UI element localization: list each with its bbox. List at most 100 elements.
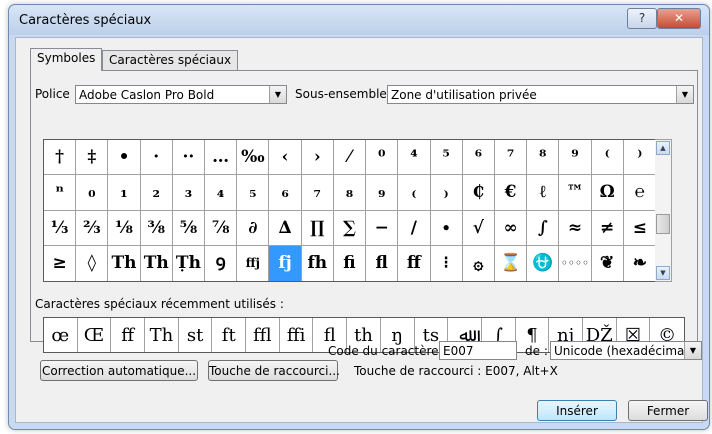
symbol-cell[interactable]: ₇ — [301, 175, 334, 211]
symbol-cell[interactable]: ∞ — [494, 210, 528, 246]
symbol-cell[interactable]: ∂ — [237, 210, 270, 246]
autocorrect-button[interactable]: Correction automatique... — [40, 360, 198, 381]
scrollbar-thumb[interactable] — [656, 214, 670, 234]
symbol-cell[interactable]: ₵ — [462, 175, 495, 211]
symbol-cell[interactable]: Ꝯ — [205, 245, 238, 281]
symbol-cell[interactable]: ₈ — [333, 175, 367, 211]
symbol-cell[interactable]: ‹ — [269, 140, 302, 176]
symbol-cell[interactable]: ∏ — [301, 210, 334, 246]
symbol-cell[interactable]: ₂ — [140, 175, 173, 211]
symbol-cell[interactable]: fj — [269, 245, 302, 281]
scroll-down-icon[interactable]: ▼ — [656, 266, 670, 280]
symbol-cell[interactable]: ◊ — [76, 245, 109, 281]
symbol-cell[interactable]: ⁽ — [591, 140, 624, 176]
symbol-cell[interactable]: ⅝ — [172, 210, 206, 246]
chevron-down-icon[interactable]: ▼ — [269, 86, 286, 103]
symbol-cell[interactable]: ℓ — [527, 175, 560, 211]
symbol-cell[interactable]: ₉ — [366, 175, 399, 211]
symbol-cell[interactable]: ❧ — [624, 246, 656, 281]
symbol-cell[interactable]: ⁄ — [333, 140, 367, 176]
chevron-down-icon[interactable]: ▼ — [676, 86, 693, 103]
symbol-grid-scrollbar[interactable]: ▲ ▼ — [655, 139, 672, 282]
symbol-cell[interactable]: ∙ — [430, 210, 463, 246]
from-select[interactable]: Unicode (hexadécimal) ▼ — [550, 341, 702, 360]
symbol-cell[interactable]: ⁶ — [462, 140, 495, 176]
symbol-cell[interactable]: ∆ — [269, 210, 302, 246]
symbol-cell[interactable]: ⁿ — [44, 175, 77, 211]
symbol-cell[interactable]: fl — [366, 245, 399, 281]
recent-character-cell[interactable]: ft — [212, 318, 247, 352]
recent-character-cell[interactable]: ffl — [246, 318, 280, 352]
symbol-cell[interactable]: ∫ — [527, 210, 560, 246]
tab-symbols[interactable]: Symboles — [30, 48, 103, 71]
recent-character-cell[interactable]: ff — [111, 318, 146, 352]
symbol-cell[interactable]: ۞ — [463, 245, 495, 281]
help-button[interactable]: ? — [627, 8, 657, 29]
font-select[interactable]: Adobe Caslon Pro Bold ▼ — [75, 85, 287, 104]
tab-special-characters[interactable]: Caractères spéciaux — [102, 50, 239, 71]
symbol-cell[interactable]: † — [44, 140, 77, 176]
symbol-cell[interactable]: ₍ — [398, 175, 431, 211]
close-button[interactable]: ✕ — [657, 8, 701, 29]
char-code-input[interactable]: E007 — [439, 341, 517, 360]
scroll-up-icon[interactable]: ▲ — [656, 141, 670, 155]
recent-character-cell[interactable]: Œ — [78, 318, 112, 352]
symbol-cell[interactable]: fh — [302, 245, 334, 281]
symbol-cell[interactable]: Ω — [591, 175, 624, 211]
symbol-cell[interactable]: ₀ — [76, 175, 109, 211]
symbol-cell[interactable]: ₅ — [237, 175, 270, 211]
insert-button[interactable]: Insérer — [537, 400, 617, 421]
close-dialog-button[interactable]: Fermer — [628, 400, 708, 421]
symbol-cell[interactable]: ₃ — [172, 175, 206, 211]
symbol-cell[interactable]: ≤ — [623, 211, 656, 246]
symbol-cell[interactable]: ◦◦◦◦ — [559, 245, 592, 281]
symbol-cell[interactable]: Th — [108, 245, 141, 281]
symbol-cell[interactable]: − — [366, 210, 399, 246]
symbol-cell[interactable]: ⅓ — [44, 210, 77, 246]
symbol-cell[interactable]: ⁸ — [527, 140, 560, 176]
symbol-cell[interactable]: ⁰ — [366, 140, 399, 176]
symbol-cell[interactable]: ⅞ — [205, 210, 238, 246]
symbol-cell[interactable]: ffj — [237, 245, 270, 281]
symbol-cell[interactable]: • — [108, 140, 141, 176]
symbol-cell[interactable]: ⅜ — [140, 210, 173, 246]
recent-character-cell[interactable]: Th — [145, 318, 179, 352]
shortcut-key-button[interactable]: Touche de raccourci... — [208, 360, 340, 381]
symbol-cell[interactable]: ⛎ — [527, 245, 560, 281]
symbol-cell[interactable]: ff — [398, 245, 431, 281]
symbol-cell[interactable]: ≥ — [44, 245, 77, 281]
symbol-cell[interactable]: › — [301, 140, 334, 176]
symbol-cell[interactable]: ₄ — [205, 175, 238, 211]
symbol-cell[interactable]: ™ — [559, 175, 592, 211]
symbol-cell[interactable]: … — [205, 140, 238, 176]
symbol-cell[interactable]: ₎ — [430, 175, 463, 211]
symbol-cell[interactable]: € — [494, 175, 528, 211]
symbol-cell[interactable]: ⁴ — [398, 140, 431, 176]
symbol-cell[interactable]: ⁵ — [430, 140, 463, 176]
symbol-cell[interactable]: Th — [141, 245, 173, 281]
recent-character-cell[interactable]: st — [179, 318, 213, 352]
symbol-cell[interactable]: ❦ — [592, 245, 624, 281]
recent-character-cell[interactable]: œ — [44, 318, 78, 352]
symbol-cell[interactable]: ≠ — [591, 210, 624, 246]
symbol-cell[interactable]: ‰ — [237, 140, 270, 176]
symbol-cell[interactable]: · — [140, 140, 173, 176]
symbol-cell[interactable]: ⁾ — [623, 140, 656, 176]
symbol-cell[interactable]: Ṭh — [173, 245, 206, 281]
chevron-down-icon[interactable]: ▼ — [684, 342, 701, 359]
symbol-cell[interactable]: fi — [334, 245, 367, 281]
recent-character-cell[interactable]: ffi — [280, 318, 314, 352]
title-bar[interactable]: Caractères spéciaux ? ✕ — [9, 5, 709, 35]
symbol-cell[interactable]: ⅛ — [108, 210, 141, 246]
symbol-grid[interactable]: † ‡ • · ··… ‰ ‹ › ⁄ ⁰ ⁴ ⁵ ⁶ ⁷ ⁸ ⁹ ⁽ ⁾ ⁿ ₀ ₁ ₂ ₃ ₄ ₅ ₆ ₇ ₈ ₉ ₍ ₎ ₵ € ℓ ™ Ω ℮ ⅓… — [43, 139, 657, 282]
symbol-cell[interactable]: ⌛ — [495, 245, 528, 281]
symbol-cell[interactable]: ℮ — [623, 175, 656, 211]
symbol-cell[interactable]: ∕ — [398, 210, 431, 246]
symbol-cell[interactable]: ≈ — [559, 210, 592, 246]
symbol-cell[interactable]: ₁ — [108, 175, 141, 211]
symbol-cell[interactable]: ·· — [172, 140, 206, 176]
symbol-cell[interactable]: ∑ — [333, 210, 367, 246]
subset-select[interactable]: Zone d'utilisation privée ▼ — [387, 85, 694, 104]
symbol-cell[interactable]: √ — [462, 210, 495, 246]
symbol-cell[interactable]: ⁝ — [431, 245, 463, 281]
